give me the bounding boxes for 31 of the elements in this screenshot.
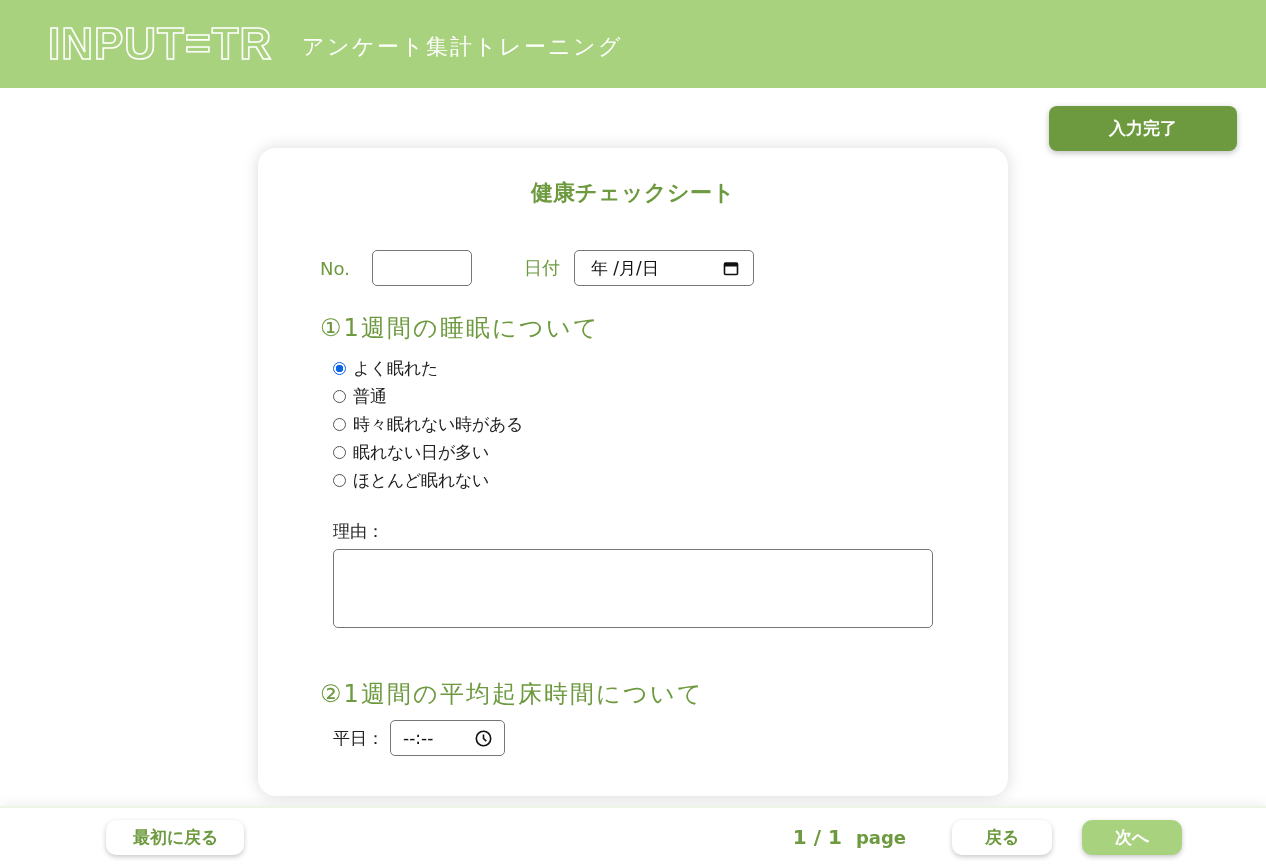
back-button[interactable]: 戻る [952, 819, 1052, 855]
option-label: 時々眠れない時がある [353, 412, 523, 436]
radio-button[interactable] [333, 389, 346, 403]
time-field[interactable]: --:-- [390, 720, 505, 756]
reason-field[interactable] [333, 549, 933, 628]
question-heading: ①1週間の睡眠について [320, 313, 601, 344]
time-label: 平日： [333, 726, 384, 750]
app-subtitle: アンケート集計トレーニング [302, 33, 624, 61]
option-label: 普通 [353, 384, 387, 408]
radio-button[interactable] [333, 445, 346, 459]
option-label: 眠れない日が多い [353, 440, 489, 464]
radio-button[interactable] [333, 473, 346, 487]
date-label: 日付 [523, 256, 560, 280]
page-number: 1 / 1 [792, 825, 842, 849]
calendar-icon [722, 260, 739, 276]
number-label: No. [320, 257, 350, 279]
page-unit: page [855, 826, 906, 848]
option-label: ほとんど眠れない [353, 468, 489, 492]
radio-button[interactable] [333, 417, 346, 431]
complete-button[interactable]: 入力完了 [1049, 106, 1237, 151]
clock-icon [475, 729, 492, 747]
next-button[interactable]: 次へ [1082, 819, 1182, 855]
sheet-title: 健康チェックシート [529, 179, 736, 207]
question-heading: ②1週間の平均起床時間について [320, 679, 705, 710]
first-page-button[interactable]: 最初に戻る [106, 819, 244, 855]
reason-label: 理由： [333, 520, 385, 543]
radio-button[interactable] [333, 361, 346, 375]
logo: INPUT=TR [48, 19, 273, 69]
date-field[interactable]: 年 /月/日 [573, 250, 754, 286]
number-field[interactable] [371, 250, 472, 286]
option-label: よく眠れた [353, 356, 438, 380]
